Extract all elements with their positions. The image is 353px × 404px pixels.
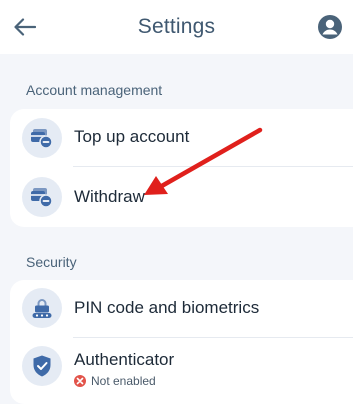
- authenticator-status: Not enabled: [74, 374, 156, 388]
- lock-keypad-icon: [32, 299, 52, 318]
- menu-item-top-up-account[interactable]: Top up account: [10, 109, 353, 167]
- menu-item-label-authenticator: Authenticator: [74, 350, 175, 369]
- authenticator-status-text: Not enabled: [91, 374, 156, 388]
- app-header: Settings: [0, 0, 353, 54]
- account-management-card: Top up account Withdraw: [10, 109, 353, 227]
- menu-item-pin-code-and-biometrics[interactable]: PIN code and biometrics: [10, 280, 353, 337]
- back-button[interactable]: [10, 12, 40, 42]
- profile-button[interactable]: [317, 14, 343, 40]
- section-label-account-management: Account management: [26, 82, 163, 98]
- menu-item-authenticator[interactable]: Authenticator Not enabled: [10, 338, 353, 404]
- user-avatar-icon: [318, 15, 342, 39]
- lock-keypad-icon-container: [22, 288, 62, 328]
- menu-item-label-pin-code-and-biometrics: PIN code and biometrics: [74, 298, 260, 317]
- security-card: PIN code and biometrics Authenticator No…: [10, 280, 353, 404]
- card-minus-icon: [31, 188, 53, 208]
- card-plus-icon-container: [22, 118, 62, 158]
- shield-check-icon-container: [22, 346, 62, 386]
- page-title: Settings: [137, 15, 216, 38]
- section-label-security: Security: [26, 254, 77, 270]
- close-circle-icon: [74, 375, 86, 387]
- menu-item-label-top-up-account: Top up account: [74, 127, 190, 146]
- card-plus-icon: [31, 129, 53, 149]
- menu-item-withdraw[interactable]: Withdraw: [10, 167, 353, 227]
- shield-check-icon: [33, 355, 51, 377]
- arrow-left-icon: [14, 18, 36, 36]
- card-minus-icon-container: [22, 177, 62, 217]
- menu-item-label-withdraw: Withdraw: [74, 187, 145, 206]
